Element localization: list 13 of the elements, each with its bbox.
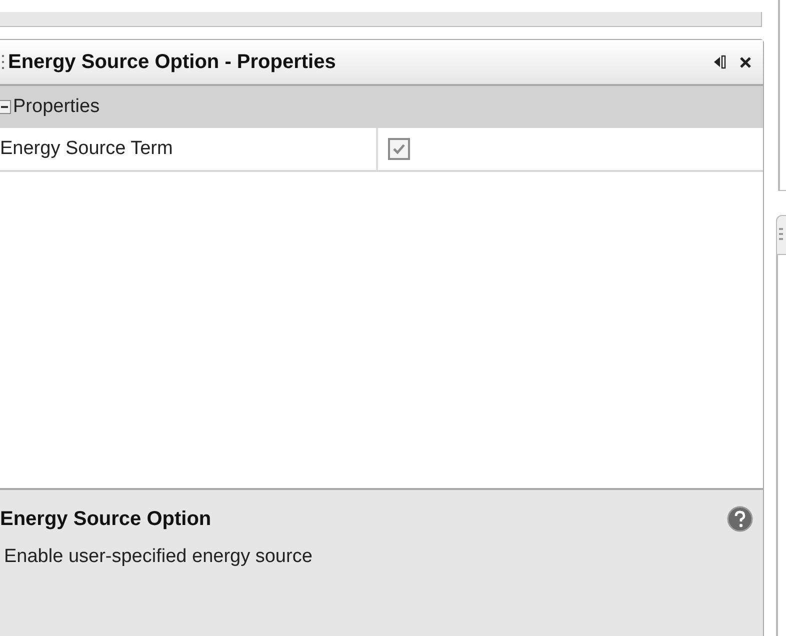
close-icon[interactable] (740, 56, 751, 68)
pin-icon[interactable] (714, 55, 726, 69)
collapse-icon[interactable] (0, 100, 11, 114)
property-name: Energy Source Term (0, 128, 378, 170)
help-title: Energy Source Option (0, 508, 212, 530)
checkbox[interactable] (388, 138, 410, 160)
grip-icon (2, 55, 5, 69)
checkmark-icon (392, 143, 406, 155)
grip-icon (779, 228, 783, 242)
panel-title: Energy Source Option - Properties (8, 50, 336, 74)
group-header[interactable]: Properties (0, 86, 763, 128)
help-description: Enable user-specified energy source (3, 546, 314, 568)
help-icon[interactable] (727, 506, 753, 532)
